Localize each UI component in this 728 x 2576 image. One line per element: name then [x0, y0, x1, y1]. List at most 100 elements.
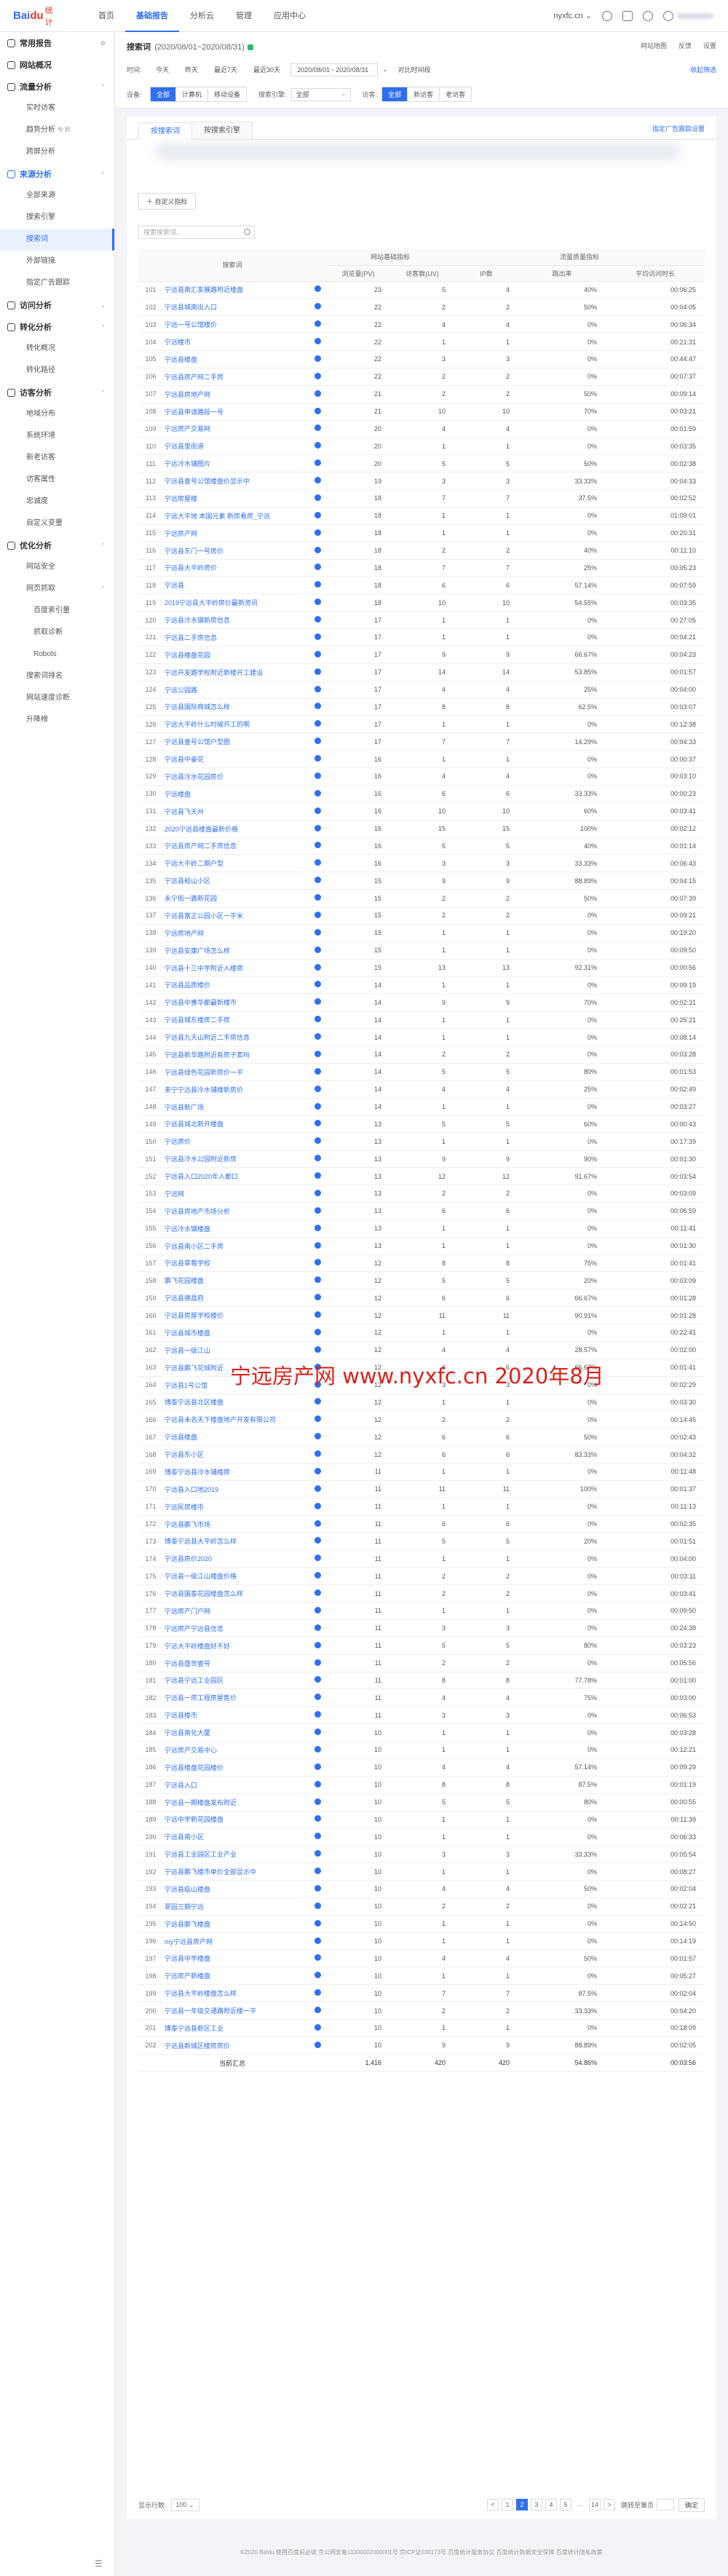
sidebar-item-new-old[interactable]: 新老访客	[0, 447, 114, 469]
external-link-icon[interactable]	[314, 738, 321, 745]
link-icon[interactable]	[309, 1758, 327, 1777]
external-link-icon[interactable]	[314, 581, 321, 588]
external-link-icon[interactable]	[314, 1241, 321, 1249]
link-icon[interactable]	[309, 1410, 327, 1429]
search-term-link[interactable]: 宁远县大平岭房价	[163, 559, 309, 577]
search-term-link[interactable]: 宁远楼盘	[163, 785, 309, 803]
sidebar-item-search-engine[interactable]: 搜索引擎	[0, 207, 114, 229]
search-term-link[interactable]: 宁远县房屋学校楼价	[163, 1306, 309, 1324]
search-term-link[interactable]: 宁远中学新花园楼盘	[163, 1811, 309, 1829]
search-term-link[interactable]: 宁远县一房工程房屋售价	[163, 1688, 309, 1707]
external-link-icon[interactable]	[314, 1520, 321, 1527]
external-link-icon[interactable]	[314, 616, 321, 623]
search-term-link[interactable]: 宁远县国际商城怎么样	[163, 698, 309, 716]
search-term-link[interactable]: 宁远县船山小区	[163, 872, 309, 890]
sidebar-item-crawl-diag[interactable]: 抓取诊断	[0, 622, 114, 644]
search-term-link[interactable]: 宁远房产新楼盘	[163, 1967, 309, 1986]
chip-today[interactable]: 今天	[150, 63, 175, 76]
feedback-link[interactable]: 反馈	[678, 41, 692, 50]
link-icon[interactable]	[309, 559, 327, 577]
search-term-link[interactable]: 宁远县南化大厦	[163, 1723, 309, 1742]
external-link-icon[interactable]	[314, 372, 321, 379]
sidebar-item-crawl[interactable]: 网页抓取 ⌃	[0, 578, 114, 600]
external-link-icon[interactable]	[314, 477, 321, 484]
link-icon[interactable]	[309, 1776, 327, 1794]
link-icon[interactable]	[309, 698, 327, 716]
search-term-link[interactable]: 宁远县新华路附近有房子卖吗	[163, 1046, 309, 1064]
link-icon[interactable]	[309, 1202, 327, 1220]
external-link-icon[interactable]	[314, 789, 321, 797]
sidebar-item-system[interactable]: 系统环境	[0, 425, 114, 447]
settings-icon[interactable]	[602, 10, 612, 21]
page-size-select[interactable]: 100 ⌄	[170, 2498, 199, 2511]
search-term-link[interactable]: 宁远大平岭什么时候开工的啊	[163, 715, 309, 734]
goto-confirm-button[interactable]: 确定	[678, 2497, 705, 2512]
sidebar-item-speed[interactable]: 网站速度诊断	[0, 687, 114, 709]
external-link-icon[interactable]	[314, 1850, 321, 1857]
external-link-icon[interactable]	[314, 390, 321, 397]
search-term-link[interactable]: 宁远县楼市	[163, 1706, 309, 1725]
external-link-icon[interactable]	[314, 1415, 321, 1423]
search-term-link[interactable]: 宁远大平岭二期户型	[163, 854, 309, 873]
link-icon[interactable]	[309, 315, 327, 334]
search-term-link[interactable]: 宁远县房产网二手房信息	[163, 837, 309, 856]
search-term-link[interactable]: 宁远县壹号公馆楼盘价显示中	[163, 472, 309, 490]
link-icon[interactable]	[309, 1793, 327, 1812]
search-term-link[interactable]: 宁远县南小区二手房	[163, 1237, 309, 1255]
external-link-icon[interactable]	[314, 1763, 321, 1770]
message-icon[interactable]	[622, 10, 633, 21]
link-icon[interactable]	[309, 820, 327, 838]
external-link-icon[interactable]	[314, 2041, 321, 2048]
search-term-link[interactable]: 宁远房产门户网	[163, 1602, 309, 1620]
external-link-icon[interactable]	[314, 442, 321, 449]
search-term-link[interactable]: 宁远县十三中学附近入楼房	[163, 959, 309, 977]
external-link-icon[interactable]	[314, 1659, 321, 1666]
external-link-icon[interactable]	[314, 1537, 321, 1544]
external-link-icon[interactable]	[314, 529, 321, 536]
col-ip[interactable]: IP数	[454, 265, 519, 282]
search-term-link[interactable]: 宁远县楼盘	[163, 1428, 309, 1447]
sidebar-item-crossscreen[interactable]: 跨屏分析	[0, 141, 114, 163]
link-icon[interactable]	[309, 1549, 327, 1568]
sidebar-item-index[interactable]: 百度索引量	[0, 600, 114, 622]
link-icon[interactable]	[309, 454, 327, 473]
nav-home[interactable]: 首页	[87, 0, 125, 32]
search-term-link[interactable]: 宁远房产交易中心	[163, 1741, 309, 1759]
external-link-icon[interactable]	[314, 963, 321, 971]
external-link-icon[interactable]	[314, 459, 321, 467]
search-term-link[interactable]: 2019宁远县大平岭房价最新资讯	[163, 593, 309, 612]
search-term-link[interactable]: 宁远县一期楼盘发布附近	[163, 1793, 309, 1812]
external-link-icon[interactable]	[314, 1155, 321, 1162]
external-link-icon[interactable]	[314, 1294, 321, 1301]
link-icon[interactable]	[309, 2002, 327, 2020]
link-icon[interactable]	[309, 281, 327, 299]
link-icon[interactable]	[309, 854, 327, 873]
link-icon[interactable]	[309, 1132, 327, 1151]
external-link-icon[interactable]	[314, 546, 321, 553]
external-link-icon[interactable]	[314, 894, 321, 901]
search-term-link[interactable]: 宁远县工业园区工业产业	[163, 1845, 309, 1864]
search-term-link[interactable]: 宁远县城南出入口	[163, 298, 309, 317]
link-icon[interactable]	[309, 1932, 327, 1951]
search-term-link[interactable]: 宁远房产宁远县信息	[163, 1619, 309, 1637]
external-link-icon[interactable]	[314, 1780, 321, 1787]
search-term-link[interactable]: 宁远县中豪花	[163, 750, 309, 768]
link-icon[interactable]	[309, 1967, 327, 1986]
date-range-picker[interactable]: 2020/08/01 - 2020/08/31	[290, 63, 379, 76]
search-term-link[interactable]: 博泰宁远县大平岭怎么样	[163, 1533, 309, 1551]
external-link-icon[interactable]	[314, 1259, 321, 1266]
link-icon[interactable]	[309, 1845, 327, 1864]
page-button[interactable]: 1	[501, 2499, 513, 2510]
col-bounce[interactable]: 跳出率	[518, 265, 606, 282]
link-icon[interactable]	[309, 1028, 327, 1046]
link-icon[interactable]	[309, 663, 327, 681]
col-uv[interactable]: 访客数(UV)	[390, 265, 455, 282]
external-link-icon[interactable]	[314, 1937, 321, 1944]
external-link-icon[interactable]	[314, 824, 321, 831]
link-icon[interactable]	[309, 1897, 327, 1916]
link-icon[interactable]	[309, 333, 327, 351]
sidebar-item-attributes[interactable]: 访客属性	[0, 469, 114, 491]
page-button[interactable]: 3	[530, 2499, 542, 2510]
link-icon[interactable]	[309, 1480, 327, 1498]
search-term-link[interactable]: 宁远县里街道	[163, 437, 309, 456]
